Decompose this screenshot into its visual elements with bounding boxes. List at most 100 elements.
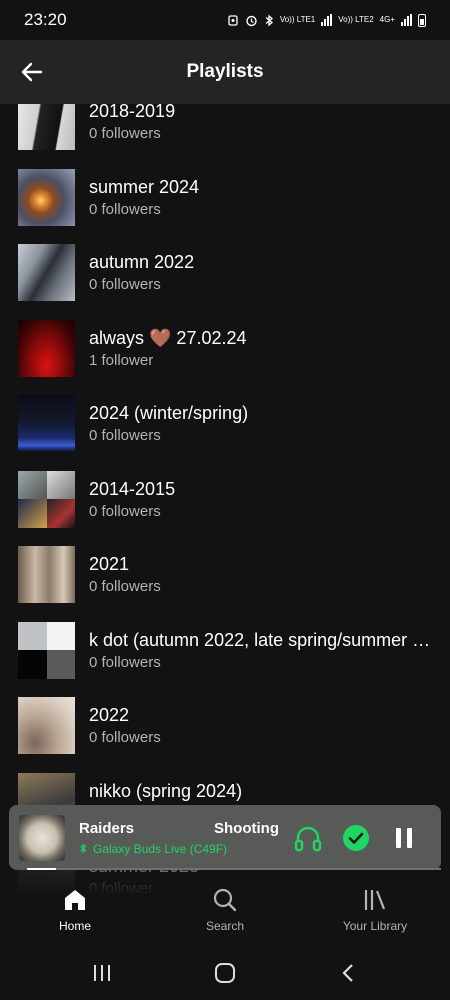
playlist-item[interactable]: autumn 2022 0 followers: [0, 235, 450, 311]
nav-search-label: Search: [205, 918, 245, 933]
playlist-text: always 🤎 27.02.24 1 follower: [89, 327, 450, 370]
playlist-cover: [18, 244, 75, 302]
mini-player[interactable]: Raiders Shooting Galaxy Buds Live (C49F): [9, 805, 441, 870]
playlist-name: summer 2024: [89, 176, 200, 197]
page-title: Playlists: [186, 61, 264, 82]
playlist-followers: 0 followers: [89, 502, 161, 520]
library-icon: [364, 889, 386, 910]
header-bar: Playlists: [0, 40, 450, 104]
playlist-name: 2018-2019: [89, 104, 176, 122]
status-bar: 23:20 Vo)) LTE1 Vo)) LTE2 4G+: [0, 0, 450, 40]
playlist-item[interactable]: always 🤎 27.02.24 1 follower: [0, 311, 450, 387]
playlist-followers: 0 followers: [89, 276, 161, 294]
signal-bars-1-icon: [321, 14, 333, 26]
player-controls: [293, 823, 441, 853]
recents-button[interactable]: [82, 953, 122, 993]
playlist-item[interactable]: 2022 0 followers: [0, 688, 450, 764]
cover-tile: [46, 650, 75, 679]
playlist-text: 2022 0 followers: [89, 704, 450, 747]
network-label: 4G+: [379, 15, 395, 24]
playlist-text: 2021 0 followers: [89, 553, 450, 596]
bluetooth-icon: [265, 14, 273, 26]
sim2-label: Vo)) LTE2: [338, 15, 374, 24]
bluetooth-icon: [80, 843, 87, 854]
playlist-item[interactable]: k dot (autumn 2022, late spring/summer 2…: [0, 613, 450, 689]
pause-icon: [396, 827, 412, 848]
pause-button[interactable]: [389, 823, 419, 853]
playlist-name: autumn 2022: [89, 252, 195, 273]
cover-tile: [46, 621, 75, 651]
playlist-followers: 1 follower: [89, 351, 154, 369]
playlist-cover: [18, 319, 75, 377]
bottom-nav: Home Search Your Library: [0, 870, 450, 945]
playlist-cover: [18, 546, 75, 604]
home-circle-icon: [214, 962, 235, 983]
playlist-name: 2024 (winter/spring): [89, 403, 249, 424]
track-info: Raiders Shooting Galaxy Buds Live (C49F): [79, 820, 279, 856]
track-title-part2: Shooting: [214, 819, 279, 837]
playlist-text: summer 2024 0 followers: [89, 176, 450, 219]
cover-tile: [18, 470, 47, 500]
search-icon: [213, 888, 237, 911]
playlist-cover: [18, 168, 75, 226]
playlist-name: k dot (autumn 2022, late spring/summer 2…: [89, 629, 432, 650]
playlist-name: 2022: [89, 705, 130, 726]
playlist-text: 2024 (winter/spring) 0 followers: [89, 402, 450, 445]
playlist-cover: [18, 104, 75, 151]
album-art: [19, 814, 65, 861]
playlist-cover: [18, 697, 75, 755]
home-system-button[interactable]: [205, 953, 245, 993]
nav-library-label: Your Library: [342, 918, 408, 933]
playlist-name: always 🤎 27.02.24: [89, 327, 247, 348]
status-time: 23:20: [24, 10, 67, 29]
playlist-item[interactable]: 2018-2019 0 followers: [0, 104, 450, 160]
cover-tile: [18, 621, 47, 651]
playlist-list[interactable]: 2018-2019 0 followers summer 2024 0 followe…: [0, 104, 450, 920]
device-name: Galaxy Buds Live (C49F): [93, 841, 228, 856]
nav-library[interactable]: Your Library: [300, 870, 450, 945]
playlist-item[interactable]: 2021 0 followers: [0, 537, 450, 613]
playlist-cover: [18, 470, 75, 528]
chevron-left-icon: [342, 963, 354, 982]
playlist-cover: [18, 621, 75, 679]
track-title-part1: Raiders: [79, 819, 135, 837]
cover-tile: [46, 470, 75, 500]
sim1-label: Vo)) LTE1: [279, 15, 316, 24]
cover-tile: [18, 499, 47, 528]
battery-icon: [418, 13, 426, 27]
arrow-left-icon: [21, 62, 43, 82]
playlist-followers: 0 followers: [89, 578, 161, 596]
playlist-text: k dot (autumn 2022, late spring/summer 2…: [89, 629, 450, 672]
app-notification-icon: [228, 15, 238, 26]
playlist-text: autumn 2022 0 followers: [89, 251, 450, 294]
playlist-text: 2014-2015 0 followers: [89, 478, 450, 521]
nav-home[interactable]: Home: [0, 870, 150, 945]
cover-tile: [46, 499, 75, 528]
playlist-cover: [18, 395, 75, 453]
playlist-item[interactable]: 2014-2015 0 followers: [0, 462, 450, 538]
track-title: Raiders Shooting: [79, 820, 279, 837]
home-icon: [65, 889, 85, 910]
nav-search[interactable]: Search: [150, 870, 300, 945]
status-icons: Vo)) LTE1 Vo)) LTE2 4G+: [227, 13, 426, 27]
playlist-followers: 0 followers: [89, 729, 161, 747]
playlist-followers: 0 followers: [89, 427, 161, 445]
headphones-icon: [294, 826, 322, 851]
system-back-button[interactable]: [328, 953, 368, 993]
back-button[interactable]: [16, 56, 48, 88]
playlist-text: 2018-2019 0 followers: [89, 104, 450, 143]
playlist-followers: 0 followers: [89, 125, 161, 143]
playlist-followers: 0 followers: [89, 653, 161, 671]
signal-bars-2-icon: [401, 14, 412, 26]
nav-home-label: Home: [58, 918, 91, 933]
system-nav-bar: [0, 945, 450, 1000]
connected-device: Galaxy Buds Live (C49F): [79, 842, 279, 856]
playlist-item[interactable]: 2024 (winter/spring) 0 followers: [0, 386, 450, 462]
playlist-item[interactable]: summer 2024 0 followers: [0, 160, 450, 236]
alarm-icon: [246, 15, 257, 26]
connect-device-button[interactable]: [293, 823, 323, 853]
playlist-name: nikko (spring 2024): [89, 780, 243, 801]
saved-button[interactable]: [341, 823, 371, 853]
check-circle-icon: [343, 824, 369, 851]
recents-icon: [93, 964, 110, 981]
